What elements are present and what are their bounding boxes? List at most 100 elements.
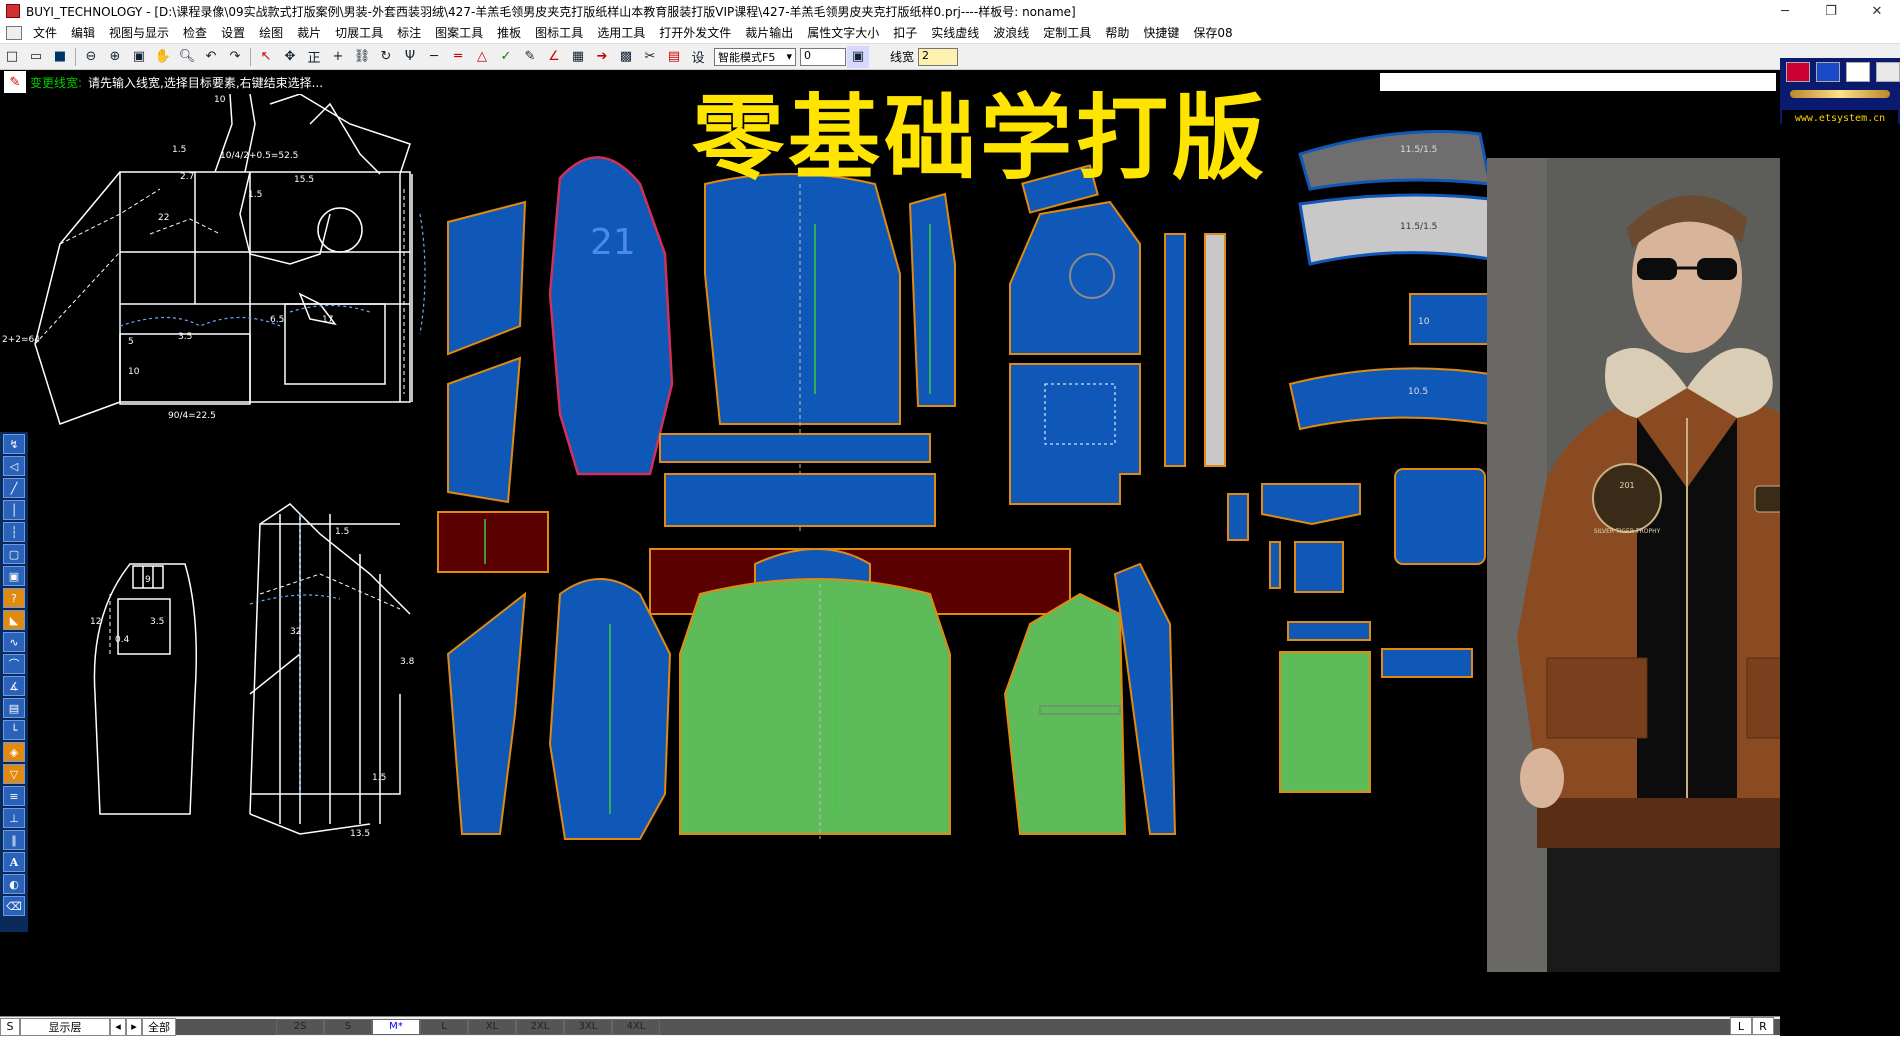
menu-icon-tools[interactable]: 图标工具 <box>528 24 590 41</box>
baseline-icon[interactable]: ⊥ <box>3 808 25 828</box>
size-4xl[interactable]: 4XL <box>612 1018 660 1035</box>
close-button[interactable]: ✕ <box>1854 0 1900 22</box>
system-menu-icon[interactable] <box>6 25 22 40</box>
panel-button-red[interactable] <box>1786 62 1810 82</box>
line-icon[interactable]: ─ <box>423 46 445 68</box>
zoom-out-icon[interactable]: ⊖ <box>80 46 102 68</box>
palette-icon[interactable]: ▦ <box>567 46 589 68</box>
panel-button-white[interactable] <box>1846 62 1870 82</box>
l-button[interactable]: L <box>1730 1017 1752 1035</box>
fit-screen-icon[interactable]: ▣ <box>128 46 150 68</box>
menu-open-external[interactable]: 打开外发文件 <box>652 24 738 41</box>
angle-ruler-icon[interactable]: ∡ <box>3 676 25 696</box>
dashed-vertical-icon[interactable]: ┆ <box>3 522 25 542</box>
eraser-icon[interactable]: ⌫ <box>3 896 25 916</box>
mode-select[interactable]: 智能模式F5 ▾ <box>714 47 796 66</box>
move-icon[interactable]: ✥ <box>279 46 301 68</box>
restore-button[interactable]: ❐ <box>1808 0 1854 22</box>
size-l[interactable]: L <box>420 1018 468 1035</box>
grid-icon[interactable]: ▩ <box>615 46 637 68</box>
zoom-in-icon[interactable]: ⊕ <box>104 46 126 68</box>
save-icon[interactable]: ■ <box>49 46 71 68</box>
size-2xl[interactable]: 2XL <box>516 1018 564 1035</box>
align-icon[interactable]: ≡ <box>3 786 25 806</box>
menu-pattern-tools[interactable]: 图案工具 <box>428 24 490 41</box>
menu-line-style[interactable]: 实线虚线 <box>924 24 986 41</box>
arrow-icon[interactable]: ➔ <box>591 46 613 68</box>
select-icon[interactable]: ↖ <box>255 46 277 68</box>
menu-select-tools[interactable]: 选用工具 <box>590 24 652 41</box>
menu-file[interactable]: 文件 <box>26 24 64 41</box>
size-s[interactable]: S <box>324 1018 372 1035</box>
menu-grading[interactable]: 推板 <box>490 24 528 41</box>
scissors-icon[interactable]: ✂ <box>639 46 661 68</box>
all-sizes-button[interactable]: 全部 <box>142 1017 176 1036</box>
redo-icon[interactable]: ↷ <box>224 46 246 68</box>
undo-icon[interactable]: ↶ <box>200 46 222 68</box>
question-icon[interactable]: ? <box>3 588 25 608</box>
rect-icon[interactable]: ▣ <box>3 566 25 586</box>
square-icon[interactable]: ▢ <box>3 544 25 564</box>
menu-annotate[interactable]: 标注 <box>390 24 428 41</box>
add-point-icon[interactable]: + <box>327 46 349 68</box>
minimize-button[interactable]: ─ <box>1762 0 1808 22</box>
menu-edit[interactable]: 编辑 <box>64 24 102 41</box>
settings-icon[interactable]: 设 <box>687 46 709 68</box>
diagonal-line-icon[interactable]: ╱ <box>3 478 25 498</box>
size-3xl[interactable]: 3XL <box>564 1018 612 1035</box>
menu-shortcuts[interactable]: 快捷键 <box>1136 24 1186 41</box>
pen-icon[interactable]: ✎ <box>519 46 541 68</box>
shape-icon[interactable]: ◣ <box>3 610 25 630</box>
fill-icon[interactable]: ◐ <box>3 874 25 894</box>
left-angle-icon[interactable]: ◁ <box>3 456 25 476</box>
text-icon[interactable]: A <box>3 852 25 872</box>
measure-icon[interactable]: ✓ <box>495 46 517 68</box>
new-file-icon[interactable]: □ <box>1 46 23 68</box>
menu-output[interactable]: 裁片输出 <box>738 24 800 41</box>
dart-icon[interactable]: ▽ <box>3 764 25 784</box>
zoom-window-icon[interactable]: 🔍︎ <box>176 46 198 68</box>
image-icon[interactable]: ▣ <box>847 45 869 68</box>
menu-view[interactable]: 视图与显示 <box>102 24 176 41</box>
draw-curve-icon[interactable]: ↯ <box>3 434 25 454</box>
menu-custom-tools[interactable]: 定制工具 <box>1036 24 1098 41</box>
box-icon[interactable]: ▤ <box>3 698 25 718</box>
menu-buttons[interactable]: 扣子 <box>886 24 924 41</box>
size-m[interactable]: M* <box>372 1018 420 1035</box>
menu-help[interactable]: 帮助 <box>1098 24 1136 41</box>
layer-selector[interactable]: 显示层 <box>20 1017 110 1036</box>
prev-arrow-icon[interactable]: ◂ <box>110 1017 126 1036</box>
menu-settings[interactable]: 设置 <box>214 24 252 41</box>
arc-icon[interactable]: ⌒ <box>3 654 25 674</box>
link-icon[interactable]: ⛓ <box>351 46 373 68</box>
rotate-icon[interactable]: ↻ <box>375 46 397 68</box>
menu-text-size[interactable]: 属性文字大小 <box>800 24 886 41</box>
angle-icon[interactable]: ∠ <box>543 46 565 68</box>
menu-pieces[interactable]: 裁片 <box>290 24 328 41</box>
r-button[interactable]: R <box>1752 1017 1774 1035</box>
value-input[interactable]: 0 <box>800 47 846 66</box>
s-button[interactable]: S <box>0 1017 20 1036</box>
double-line-icon[interactable]: ═ <box>447 46 469 68</box>
tape-icon[interactable]: ◈ <box>3 742 25 762</box>
mirror-icon[interactable]: Ψ <box>399 46 421 68</box>
command-input[interactable] <box>1380 73 1776 91</box>
pan-hand-icon[interactable]: ✋ <box>152 46 174 68</box>
corner-icon[interactable]: └ <box>3 720 25 740</box>
curve-ruler-icon[interactable]: ∿ <box>3 632 25 652</box>
menu-wave-line[interactable]: 波浪线 <box>986 24 1036 41</box>
open-file-icon[interactable]: ▭ <box>25 46 47 68</box>
panel-button-gray[interactable] <box>1876 62 1900 82</box>
linewidth-input[interactable]: 2 <box>918 47 959 66</box>
panel-button-blue[interactable] <box>1816 62 1840 82</box>
menu-check[interactable]: 检查 <box>176 24 214 41</box>
menu-draw[interactable]: 绘图 <box>252 24 290 41</box>
parallel-icon[interactable]: ∥ <box>3 830 25 850</box>
correct-icon[interactable]: 正 <box>303 46 325 68</box>
size-xl[interactable]: XL <box>468 1018 516 1035</box>
pattern-icon[interactable]: ▤ <box>663 46 685 68</box>
next-arrow-icon[interactable]: ▸ <box>126 1017 142 1036</box>
menu-save08[interactable]: 保存08 <box>1186 24 1239 41</box>
size-2s[interactable]: 2S <box>276 1018 324 1035</box>
triangle-icon[interactable]: △ <box>471 46 493 68</box>
